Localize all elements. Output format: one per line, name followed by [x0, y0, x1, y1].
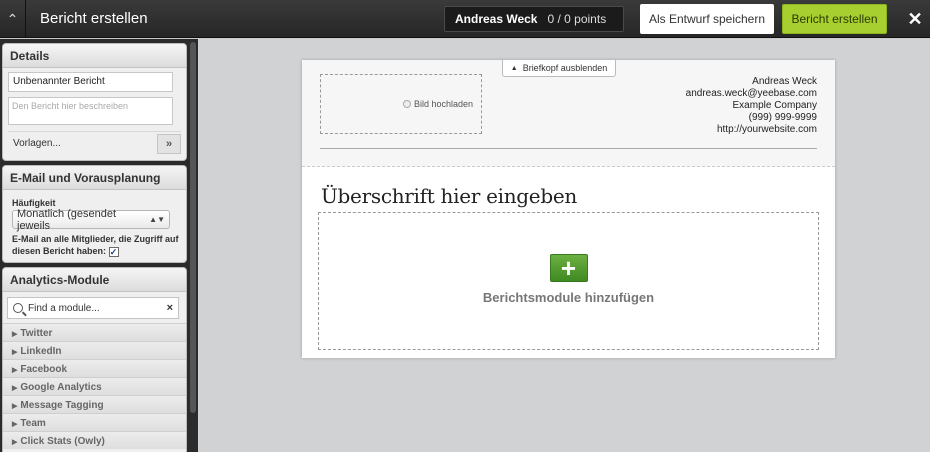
caret-right-icon: ▶ — [12, 349, 18, 356]
hide-letterhead-label: Briefkopf ausblenden — [522, 63, 608, 73]
analytics-panel: Analytics-Module Find a module... × ▶ Twi… — [2, 267, 187, 452]
module-item-label: Message Tagging — [20, 400, 104, 411]
search-icon — [13, 303, 23, 313]
module-list: ▶ Twitter ▶ LinkedIn ▶ Facebook ▶ Google Analyt… — [3, 323, 186, 449]
upload-icon — [402, 100, 411, 108]
report-canvas: ▲ Briefkopf ausblenden Bild hochladen An… — [198, 39, 930, 452]
frequency-select[interactable]: Monatlich (gesendet jeweils ▲▼ — [12, 207, 170, 232]
select-arrows-icon: ▲▼ — [149, 215, 165, 224]
module-item[interactable]: ▶ LinkedIn — [3, 341, 186, 359]
top-bar: ⌃ Bericht erstellen Andreas Weck 0 / 0 p… — [0, 0, 930, 38]
sidebar: Details Unbenannter Bericht Den Bericht … — [0, 39, 198, 452]
contact-email: andreas.weck@yeebase.com — [685, 88, 817, 99]
module-item-label: Team — [20, 418, 46, 429]
chevron-up-icon[interactable]: ⌃ — [0, 0, 26, 38]
module-search-input[interactable]: Find a module... × — [7, 297, 179, 319]
caret-right-icon: ▶ — [12, 439, 18, 446]
module-item[interactable]: ▶ Team — [3, 413, 186, 431]
caret-right-icon: ▶ — [12, 385, 18, 392]
report-document: ▲ Briefkopf ausblenden Bild hochladen An… — [302, 60, 835, 358]
module-item[interactable]: ▶ Facebook — [3, 359, 186, 377]
module-item-label: Google Analytics — [20, 382, 102, 393]
module-item[interactable]: ▶ Twitter — [3, 323, 186, 341]
report-headline[interactable]: Überschrift hier eingeben — [321, 184, 577, 208]
create-report-button[interactable]: Bericht erstellen — [782, 4, 887, 34]
image-upload-area[interactable]: Bild hochladen — [320, 74, 482, 134]
email-panel: E-Mail und Vorausplanung Häufigkeit Mona… — [2, 165, 187, 263]
module-item-label: LinkedIn — [20, 346, 62, 357]
plus-icon[interactable]: + — [549, 253, 588, 282]
report-name-input[interactable]: Unbenannter Bericht — [8, 72, 173, 92]
templates-row[interactable]: Vorlagen... » — [8, 131, 181, 155]
contact-name: Andreas Weck — [752, 76, 817, 87]
module-item-label: Click Stats (Owly) — [20, 436, 105, 447]
close-icon[interactable]: ✕ — [900, 0, 930, 38]
sidebar-scrollbar[interactable] — [190, 42, 196, 413]
details-panel: Details Unbenannter Bericht Den Bericht … — [2, 43, 187, 161]
caret-right-icon: ▶ — [12, 331, 18, 338]
user-name: Andreas Weck — [455, 12, 538, 26]
caret-right-icon: ▶ — [12, 421, 18, 428]
module-item[interactable]: ▶ Click Stats (Owly) — [3, 431, 186, 449]
add-modules-label: Berichtsmodule hinzufügen — [482, 289, 655, 305]
caret-right-icon: ▶ — [12, 403, 18, 410]
analytics-header: Analytics-Module — [3, 268, 186, 292]
email-header: E-Mail und Vorausplanung — [3, 166, 186, 190]
templates-label: Vorlagen... — [13, 138, 61, 149]
hide-letterhead-button[interactable]: ▲ Briefkopf ausblenden — [502, 60, 616, 77]
email-all-row: E-Mail an alle Mitglieder, die Zugriff a… — [12, 233, 181, 257]
frequency-label: Häufigkeit — [12, 198, 56, 208]
contact-phone: (999) 999-9999 — [748, 112, 817, 123]
details-header: Details — [3, 44, 186, 68]
contact-website: http://yourwebsite.com — [716, 124, 817, 135]
clear-icon[interactable]: × — [167, 302, 173, 314]
triangle-up-icon: ▲ — [510, 64, 518, 72]
upload-label: Bild hochladen — [413, 99, 473, 109]
module-search-placeholder: Find a module... — [28, 302, 100, 314]
email-all-label: E-Mail an alle Mitglieder, die Zugriff a… — [12, 234, 179, 256]
module-item-label: Twitter — [20, 328, 53, 339]
report-description-field[interactable]: Den Bericht hier beschreiben — [8, 97, 173, 125]
caret-right-icon: ▶ — [12, 367, 18, 374]
points-counter: 0 / 0 points — [547, 12, 607, 26]
user-points-box: Andreas Weck 0 / 0 points — [444, 6, 624, 32]
contact-info[interactable]: Andreas Weck andreas.weck@yeebase.com Ex… — [686, 76, 817, 136]
letterhead-divider — [320, 148, 817, 149]
save-draft-button[interactable]: Als Entwurf speichern — [640, 4, 774, 34]
module-drop-zone[interactable]: + Berichtsmodule hinzufügen — [318, 212, 819, 350]
module-item[interactable]: ▶ Message Tagging — [3, 395, 186, 413]
frequency-value: Monatlich (gesendet jeweils — [17, 207, 117, 232]
module-item-label: Facebook — [20, 364, 68, 375]
letterhead: ▲ Briefkopf ausblenden Bild hochladen An… — [302, 60, 835, 167]
email-all-checkbox[interactable]: ✓ — [108, 246, 119, 257]
double-chevron-right-icon[interactable]: » — [157, 133, 181, 154]
page-title: Bericht erstellen — [40, 10, 148, 27]
contact-company: Example Company — [732, 100, 817, 111]
module-item[interactable]: ▶ Google Analytics — [3, 377, 186, 395]
